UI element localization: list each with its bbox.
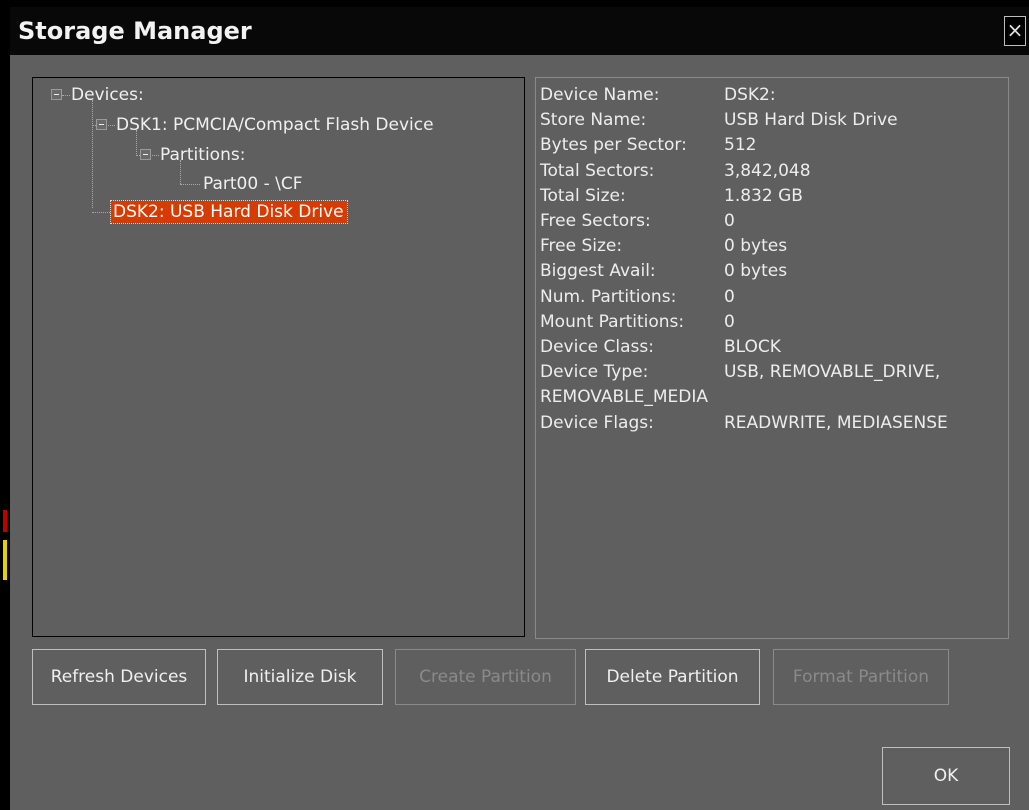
detail-value: DSK2:: [724, 85, 776, 105]
detail-value: 0 bytes: [724, 261, 788, 282]
detail-row: Free Size: 0 bytes: [540, 235, 787, 257]
detail-row: Biggest Avail: 0 bytes: [540, 260, 787, 282]
detail-row: Free Sectors: 0: [540, 210, 735, 232]
tree-line: [92, 212, 110, 213]
background-edge-red: [3, 510, 7, 532]
background-edge-yellow: [3, 540, 7, 580]
detail-label: Device Type:: [540, 362, 649, 383]
format-partition-button[interactable]: Format Partition: [773, 649, 949, 705]
detail-label: Free Size:: [540, 236, 623, 257]
detail-label: Bytes per Sector:: [540, 135, 687, 156]
detail-row: Device Type: USB, REMOVABLE_DRIVE,: [540, 361, 940, 383]
tree-item-dsk2[interactable]: DSK2: USB Hard Disk Drive: [110, 200, 348, 224]
detail-value: 512: [724, 135, 757, 156]
device-tree[interactable]: Devices: DSK1: PCMCIA/Compact Flash Devi…: [32, 77, 525, 637]
detail-label: Free Sectors:: [540, 211, 651, 231]
detail-row: Device Class: BLOCK: [540, 336, 781, 358]
tree-line: [62, 95, 70, 96]
tree-line: [108, 125, 115, 126]
detail-row: Device Flags: READWRITE, MEDIASENSE: [540, 412, 948, 434]
tree-line: [180, 184, 200, 185]
tree-item-partitions[interactable]: Partitions:: [160, 144, 245, 166]
detail-row: Store Name: USB Hard Disk Drive: [540, 109, 898, 131]
detail-label: Total Size:: [540, 185, 626, 206]
detail-value: 3,842,048: [724, 160, 811, 181]
detail-label: Device Name:: [540, 85, 660, 105]
initialize-disk-button[interactable]: Initialize Disk: [217, 649, 383, 705]
detail-value: 0: [724, 286, 735, 307]
detail-row: Total Size: 1.832 GB: [540, 185, 803, 207]
detail-row: Num. Partitions: 0: [540, 286, 735, 308]
detail-row: Mount Partitions: 0: [540, 311, 735, 333]
collapse-partitions-icon[interactable]: [140, 149, 151, 160]
detail-label: Device Flags:: [540, 412, 654, 433]
tree-line: [92, 100, 93, 208]
create-partition-button[interactable]: Create Partition: [395, 649, 576, 705]
detail-row: REMOVABLE_MEDIA: [540, 386, 708, 408]
detail-value: 1.832 GB: [724, 185, 803, 206]
close-button[interactable]: ×: [1004, 16, 1026, 46]
detail-value: 0 bytes: [724, 236, 788, 257]
tree-item-devices[interactable]: Devices:: [71, 84, 144, 106]
detail-value: USB, REMOVABLE_DRIVE,: [724, 362, 941, 383]
ok-button[interactable]: OK: [882, 747, 1010, 805]
refresh-devices-button[interactable]: Refresh Devices: [32, 649, 206, 705]
detail-label: REMOVABLE_MEDIA: [540, 387, 708, 408]
detail-row: Device Name: DSK2:: [540, 84, 776, 106]
detail-value: BLOCK: [724, 337, 781, 357]
tree-line: [152, 155, 159, 156]
detail-value: 0: [724, 211, 735, 231]
collapse-devices-icon[interactable]: [51, 89, 62, 100]
collapse-dsk1-icon[interactable]: [96, 119, 107, 130]
tree-item-part00[interactable]: Part00 - \CF: [203, 173, 303, 195]
delete-partition-button[interactable]: Delete Partition: [585, 649, 760, 705]
device-details-panel: Device Name: DSK2: Store Name: USB Hard Dis…: [535, 77, 1009, 639]
window-title: Storage Manager: [18, 17, 252, 45]
detail-label: Total Sectors:: [540, 160, 655, 181]
detail-row: Total Sectors: 3,842,048: [540, 160, 811, 182]
title-bar: Storage Manager ×: [10, 7, 1029, 55]
detail-value: 0: [724, 311, 735, 332]
storage-manager-window: Storage Manager × Devices: DSK1: PCMCIA/…: [10, 7, 1029, 810]
detail-label: Mount Partitions:: [540, 311, 685, 332]
detail-label: Device Class:: [540, 337, 654, 357]
detail-label: Store Name:: [540, 110, 647, 131]
tree-item-dsk1[interactable]: DSK1: PCMCIA/Compact Flash Device: [116, 114, 434, 136]
detail-value: USB Hard Disk Drive: [724, 110, 898, 131]
detail-value: READWRITE, MEDIASENSE: [724, 412, 948, 433]
detail-label: Num. Partitions:: [540, 286, 677, 307]
detail-row: Bytes per Sector: 512: [540, 134, 756, 156]
detail-label: Biggest Avail:: [540, 261, 656, 282]
